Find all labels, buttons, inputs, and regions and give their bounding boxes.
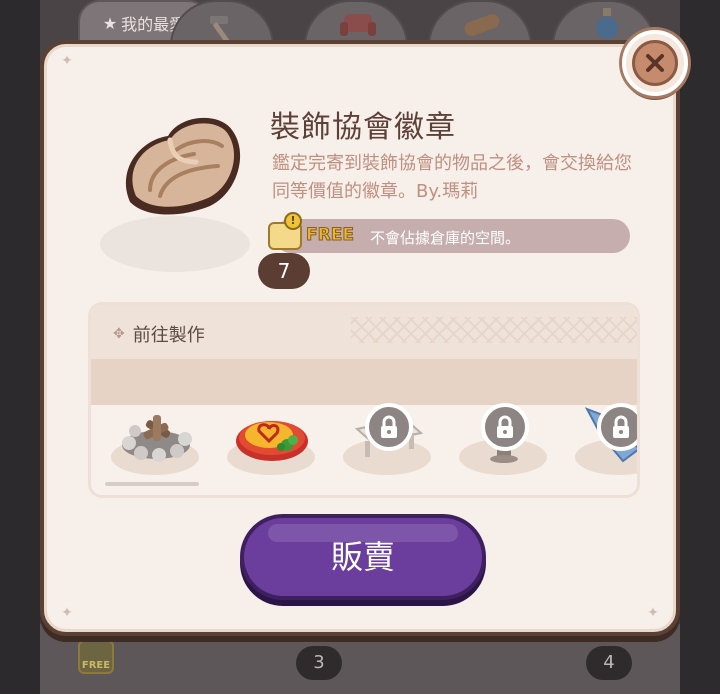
sell-button[interactable]: 販賣 [240, 514, 486, 600]
craft-panel: ✥ 前往製作 [88, 302, 640, 498]
omelette-rice-icon [236, 421, 308, 461]
craft-item-lantern[interactable] [457, 403, 549, 485]
close-button[interactable] [622, 30, 688, 96]
campfire-icon [122, 415, 192, 462]
sparkle-icon: ✥ [113, 326, 125, 342]
corner-ornament: ✦ [647, 605, 659, 621]
corner-ornament: ✦ [61, 605, 73, 621]
craft-item-omelette-rice[interactable] [225, 405, 317, 485]
potion-icon [596, 8, 618, 39]
star-icon: ★ [102, 13, 118, 33]
free-label: FREE [306, 225, 355, 246]
craft-item-crystal[interactable] [573, 403, 637, 485]
log-icon [464, 14, 500, 36]
item-description: 鑑定完寄到裝飾協會的物品之後，會交換給您同等價值的徽章。By.瑪莉 [272, 153, 632, 202]
free-storage-icon: ! [268, 212, 302, 250]
craft-scrollbar[interactable] [105, 482, 199, 486]
item-title: 裝飾協會徽章 [270, 110, 456, 145]
craft-band [91, 359, 637, 405]
corner-ornament: ✦ [61, 53, 73, 69]
item-illustration: 7 [100, 104, 310, 289]
lock-icon [597, 403, 637, 451]
header-pattern [351, 317, 637, 343]
lock-icon [481, 403, 529, 451]
craft-item-campfire[interactable] [109, 405, 201, 485]
craft-item-bench[interactable] [341, 403, 433, 485]
craft-label-text: 前往製作 [132, 325, 205, 346]
inventory-count: 4 [586, 646, 632, 680]
craft-header: ✥ 前往製作 [91, 305, 637, 359]
free-storage-text: 不會佔據倉庫的空間。 [370, 229, 521, 247]
craft-label: ✥ 前往製作 [113, 321, 205, 347]
free-tag: FREE [78, 640, 114, 674]
item-detail-modal: ✦ ✦ ✦ ✦ 7 裝飾協會徽章 鑑定完寄到裝飾協會的物品之後，會交換給您同等價… [40, 40, 680, 636]
close-icon [632, 40, 678, 86]
free-storage-notice: ! FREE 不會佔據倉庫的空間。 [268, 212, 630, 253]
inventory-count: 3 [296, 646, 342, 680]
sell-button-label: 販賣 [330, 538, 395, 576]
item-count-badge: 7 [258, 253, 310, 289]
exclamation-icon: ! [284, 212, 302, 230]
lock-icon [365, 403, 413, 451]
shell-badge-icon [125, 117, 241, 215]
armchair-icon [340, 14, 376, 36]
